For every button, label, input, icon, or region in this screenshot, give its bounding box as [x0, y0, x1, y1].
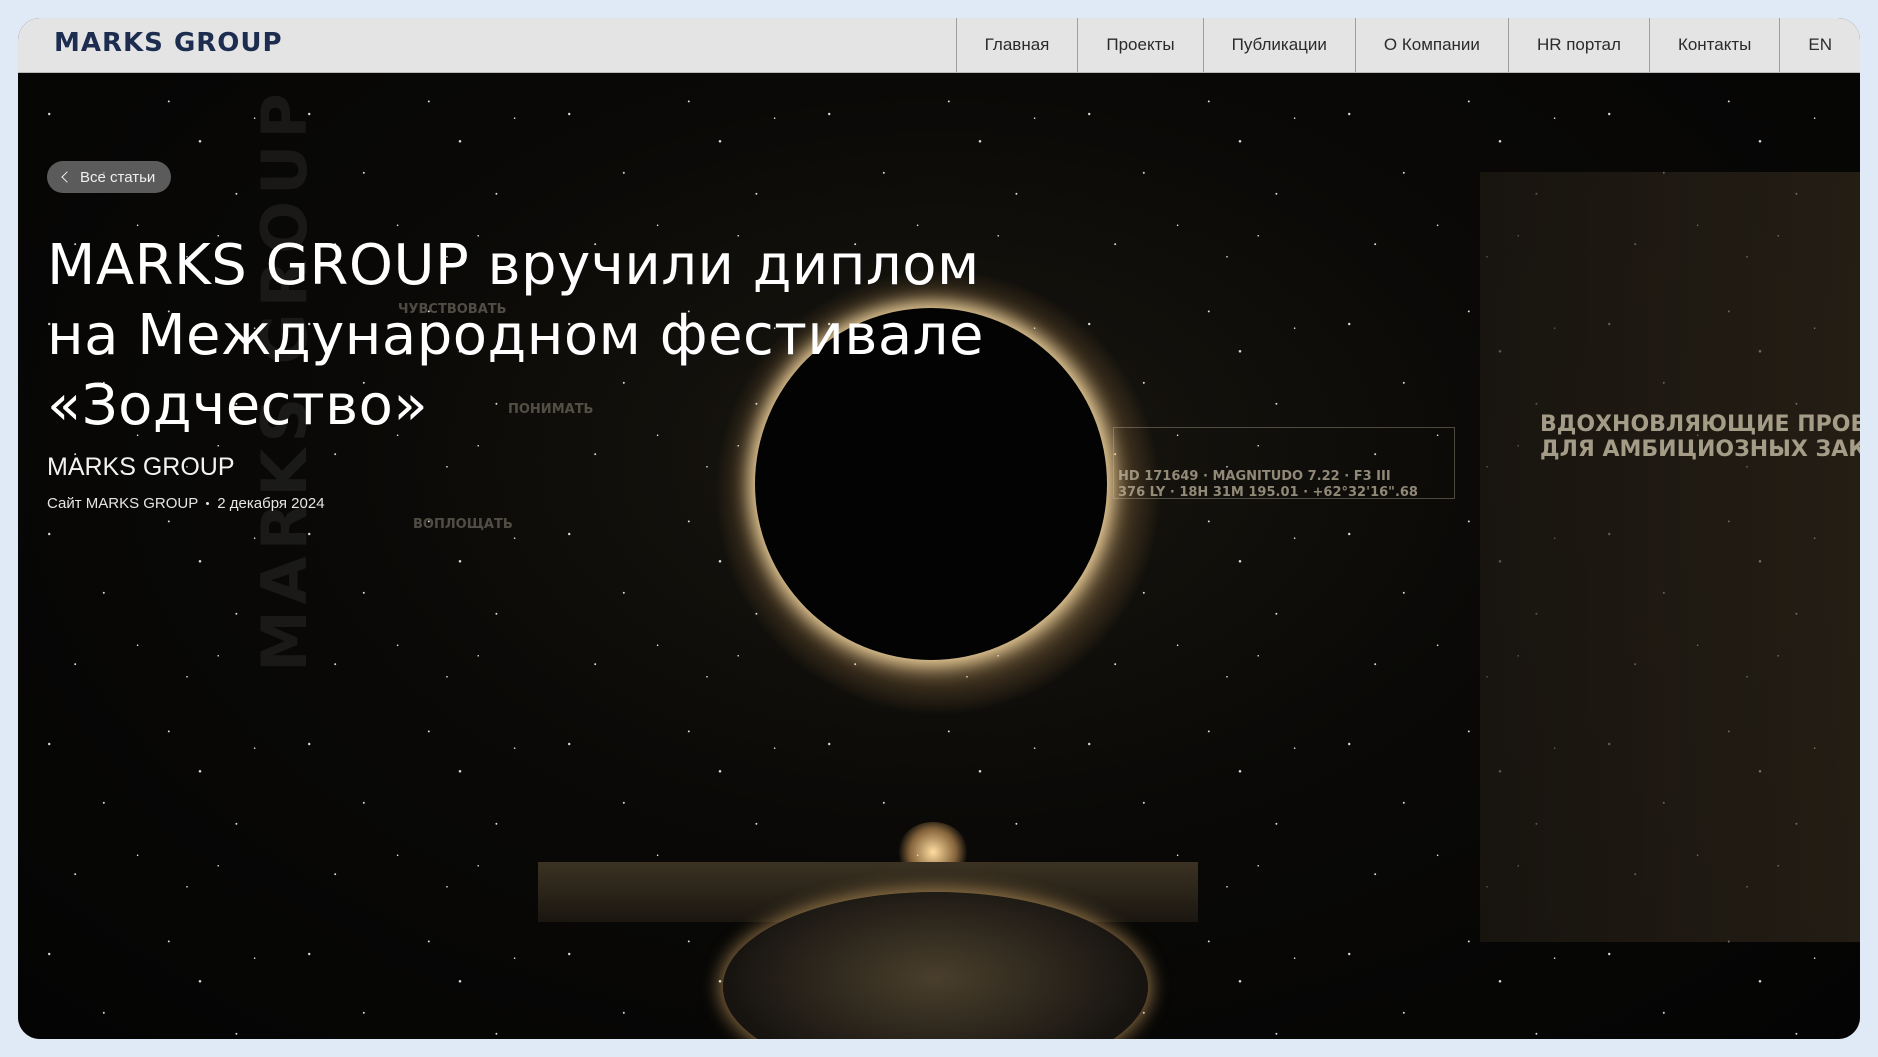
- nav-item-about[interactable]: О Компании: [1354, 18, 1508, 72]
- nav-item-home[interactable]: Главная: [955, 18, 1078, 72]
- exhibit-sign-line: ДЛЯ АМБИЦИОЗНЫХ ЗАК: [1540, 437, 1860, 463]
- site-logo[interactable]: MARKS GROUP: [54, 28, 283, 58]
- article-title-line: MARKS GROUP вручили диплом: [47, 233, 980, 298]
- article-title-line: на Международном фестивале: [47, 303, 984, 368]
- star-info-text: HD 171649 · MAGNITUDO 7.22 · F3 III 376 …: [1118, 469, 1418, 500]
- article-title-line: «Зодчество»: [47, 373, 429, 438]
- article-author: MARKS GROUP: [47, 453, 235, 481]
- nav-item-publications[interactable]: Публикации: [1202, 18, 1355, 72]
- exhibit-wall: [1480, 172, 1860, 942]
- wall-word: ВОПЛОЩАТЬ: [413, 517, 513, 532]
- exhibit-sign: ВДОХНОВЛЯЮЩИЕ ПРОЕ ДЛЯ АМБИЦИОЗНЫХ ЗАК: [1540, 412, 1860, 463]
- article-date: 2 декабря 2024: [217, 495, 325, 512]
- nav-item-projects[interactable]: Проекты: [1077, 18, 1202, 72]
- chevron-left-icon: [61, 171, 73, 183]
- article-source: Сайт MARKS GROUP: [47, 495, 199, 512]
- all-articles-label: Все статьи: [80, 168, 156, 186]
- browser-frame: MARKS GROUP Главная Проекты Публикации О…: [18, 18, 1860, 1039]
- nav-item-contacts[interactable]: Контакты: [1648, 18, 1779, 72]
- main-nav: Главная Проекты Публикации О Компании HR…: [955, 18, 1860, 72]
- separator-dot: [206, 502, 210, 505]
- article-title: MARKS GROUP вручили диплом на Международ…: [47, 231, 1097, 441]
- hero-image: MARKS GROUP ЧУВСТВОВАТЬ ПОНИМАТЬ ВОПЛОЩА…: [18, 72, 1860, 1039]
- all-articles-button[interactable]: Все статьи: [47, 161, 172, 193]
- nav-item-hr-portal[interactable]: HR портал: [1507, 18, 1649, 72]
- site-header: MARKS GROUP Главная Проекты Публикации О…: [18, 18, 1860, 73]
- language-switch[interactable]: EN: [1779, 18, 1860, 72]
- star-info-line: HD 171649 · MAGNITUDO 7.22 · F3 III: [1118, 469, 1391, 484]
- star-info-line: 376 LY · 18H 31M 195.01 · +62°32'16".68: [1118, 484, 1418, 500]
- exhibit-sign-line: ВДОХНОВЛЯЮЩИЕ ПРОЕ: [1540, 412, 1860, 437]
- article-meta: Сайт MARKS GROUP 2 декабря 2024: [47, 495, 325, 512]
